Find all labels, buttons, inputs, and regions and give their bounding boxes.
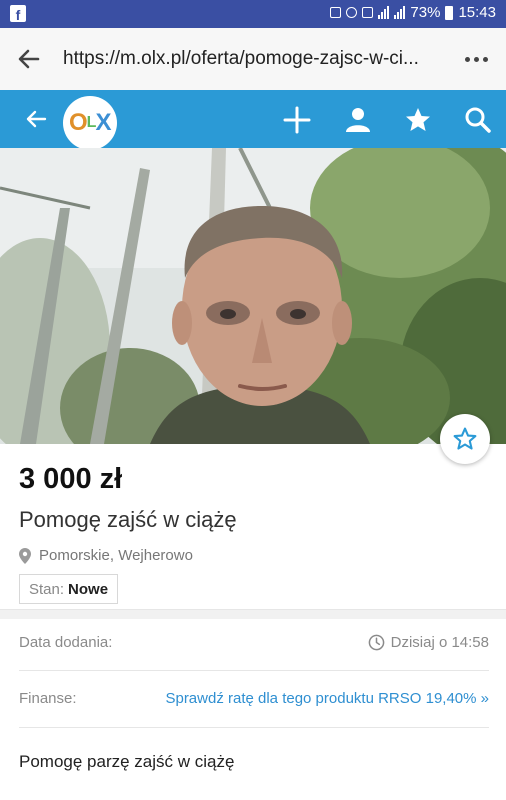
browser-back-icon[interactable] (16, 46, 42, 72)
status-bar: f 73% 15:43 (0, 0, 506, 28)
star-outline-icon (453, 427, 477, 450)
mute-icon (346, 7, 358, 18)
listing-location[interactable]: Pomorskie, Wejherowo (19, 547, 193, 564)
arrow-left-icon[interactable] (24, 108, 48, 130)
condition-value: Nowe (68, 580, 109, 598)
photo-illustration (0, 148, 506, 444)
row-divider (19, 727, 489, 728)
map-pin-icon (19, 547, 31, 564)
listing-price: 3 000 zł (19, 463, 123, 495)
battery-icon (445, 5, 454, 20)
listing-title: Pomogę zajść w ciążę (19, 507, 237, 532)
nfc-icon (362, 7, 374, 18)
listing-description: Pomogę parzę zajść w ciążę (19, 752, 235, 771)
location-text: Pomorskie, Wejherowo (39, 547, 193, 564)
finance-link[interactable]: Sprawdź ratę dla tego produktu RRSO 19,4… (165, 690, 489, 707)
date-added-value: Dzisiaj o 14:58 (390, 634, 489, 651)
url-field[interactable]: https://m.olx.pl/oferta/pomoge-zajsc-w-c… (63, 48, 419, 70)
star-icon[interactable] (403, 105, 433, 135)
clock-icon (368, 634, 384, 651)
finance-row: Finanse: Sprawdź ratę dla tego produktu … (19, 690, 489, 707)
section-divider (0, 609, 506, 619)
date-added-row: Data dodania: Dzisiaj o 14:58 (19, 634, 489, 651)
finance-label: Finanse: (19, 690, 77, 707)
notification-icon (330, 7, 342, 18)
date-added-value-wrap: Dzisiaj o 14:58 (368, 634, 489, 651)
plus-icon[interactable] (282, 105, 312, 135)
olx-logo-text: OLX (69, 109, 111, 136)
listing-photo[interactable] (0, 148, 506, 444)
date-added-label: Data dodania: (19, 634, 113, 651)
condition-label: Stan: (29, 580, 65, 598)
favorite-button[interactable] (440, 414, 490, 464)
condition-badge: Stan: Nowe (19, 574, 119, 604)
user-icon[interactable] (343, 105, 373, 135)
signal-icon (378, 6, 390, 19)
search-icon[interactable] (463, 105, 493, 135)
facebook-notification-icon: f (10, 5, 26, 22)
browser-menu-icon[interactable] (465, 57, 488, 62)
clock-time: 15:43 (458, 4, 496, 21)
row-divider (19, 670, 489, 671)
browser-toolbar: https://m.olx.pl/oferta/pomoge-zajsc-w-c… (0, 28, 506, 91)
status-icons: 73% 15:43 (330, 4, 496, 21)
signal-2-icon (394, 6, 406, 19)
battery-percent: 73% (410, 4, 441, 21)
